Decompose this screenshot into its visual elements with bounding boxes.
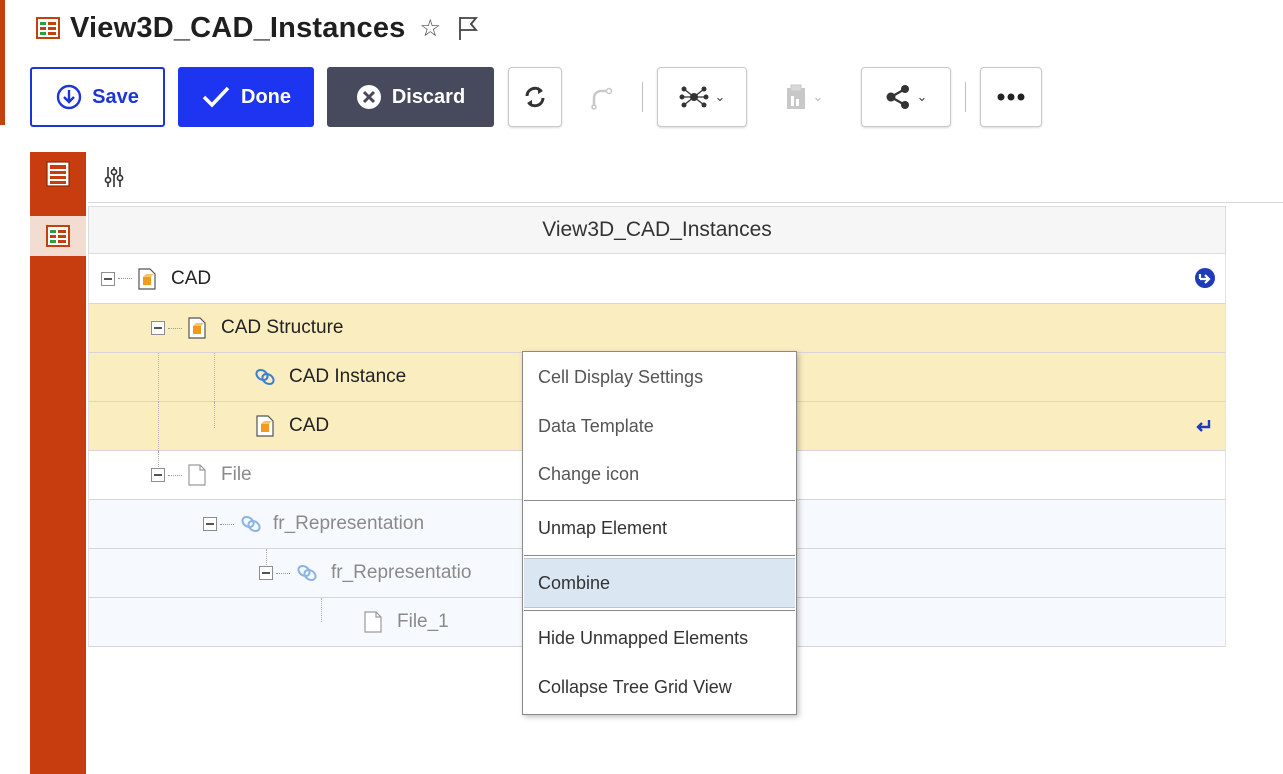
tree-node-label: fr_Representation <box>273 513 425 534</box>
grid-view-icon <box>36 17 60 39</box>
done-button[interactable]: Done <box>178 67 314 127</box>
chevron-down-icon: ⌄ <box>812 89 824 105</box>
toolbar: Save Done Discard ⌄ ⌄ ⌄ <box>30 66 1042 128</box>
tree-node-label: CAD Instance <box>289 366 407 387</box>
menu-separator <box>524 500 795 501</box>
context-menu: Cell Display Settings Data Template Chan… <box>522 351 797 715</box>
tree-row[interactable]: CAD Structure <box>88 304 1226 353</box>
tree-node-label: File <box>221 464 252 485</box>
refresh-icon <box>525 86 545 108</box>
file-icon <box>364 611 382 633</box>
share-icon <box>886 85 909 109</box>
toolbar-separator <box>965 82 966 112</box>
save-label: Save <box>92 85 139 108</box>
divider <box>88 202 1283 203</box>
menu-item-change-icon[interactable]: Change icon <box>524 450 795 498</box>
relationship-icon <box>297 564 317 582</box>
discard-label: Discard <box>391 85 466 108</box>
save-icon <box>56 84 82 110</box>
filter-settings-icon[interactable] <box>104 166 124 188</box>
menu-item-cell-display-settings[interactable]: Cell Display Settings <box>524 352 795 402</box>
title-accent-bar <box>0 0 5 125</box>
map-link-icon[interactable] <box>1195 268 1215 288</box>
network-menu-button[interactable]: ⌄ <box>657 67 747 127</box>
check-icon <box>202 86 230 108</box>
file-icon <box>188 464 206 486</box>
share-menu-button[interactable]: ⌄ <box>861 67 951 127</box>
cad-document-icon <box>138 267 156 290</box>
page-title: View3D_CAD_Instances <box>70 11 406 44</box>
tree-node-label: CAD <box>289 415 330 436</box>
collapse-toggle-icon[interactable] <box>203 517 217 531</box>
relationship-icon <box>255 368 275 386</box>
tree-node-label: CAD Structure <box>221 317 344 338</box>
tree-node-label: fr_Representatio <box>331 562 472 583</box>
menu-item-unmap-element[interactable]: Unmap Element <box>524 503 795 553</box>
page-header: View3D_CAD_Instances ☆ <box>36 6 479 50</box>
cad-document-icon <box>256 415 274 437</box>
tree-row[interactable]: CAD <box>88 254 1226 304</box>
menu-separator <box>524 610 795 611</box>
save-button[interactable]: Save <box>30 67 165 127</box>
collapse-toggle-icon[interactable] <box>151 321 165 335</box>
relationship-icon <box>241 515 261 533</box>
chevron-down-icon: ⌄ <box>916 89 928 105</box>
return-arrow-icon[interactable] <box>1195 417 1213 435</box>
grid-column-header[interactable]: View3D_CAD_Instances <box>88 206 1226 254</box>
done-label: Done <box>241 85 291 108</box>
more-button[interactable] <box>980 67 1042 127</box>
close-circle-icon <box>356 85 381 109</box>
left-sidebar <box>30 152 86 774</box>
clipboard-icon <box>786 84 805 109</box>
cad-document-icon <box>188 317 206 339</box>
menu-item-hide-unmapped-elements[interactable]: Hide Unmapped Elements <box>524 614 795 662</box>
menu-item-collapse-tree-grid-view[interactable]: Collapse Tree Grid View <box>524 662 795 712</box>
flag-icon[interactable] <box>457 15 479 41</box>
tree-node-label: CAD <box>171 267 212 289</box>
collapse-toggle-icon[interactable] <box>259 566 273 580</box>
grid-view-icon <box>46 225 70 247</box>
collapse-toggle-icon[interactable] <box>151 468 165 482</box>
collapse-toggle-icon[interactable] <box>101 271 115 286</box>
form-view-icon <box>46 161 70 187</box>
network-icon <box>679 86 709 108</box>
menu-separator <box>524 555 795 556</box>
menu-item-combine[interactable]: Combine <box>524 558 795 608</box>
toolbar-separator <box>642 82 643 112</box>
discard-button[interactable]: Discard <box>327 67 494 127</box>
redo-icon <box>591 87 613 110</box>
more-icon <box>997 93 1025 101</box>
chevron-down-icon: ⌄ <box>714 89 726 105</box>
sidebar-item-tree-grid[interactable] <box>30 216 86 256</box>
clipboard-menu-button[interactable]: ⌄ <box>759 67 849 127</box>
redo-button[interactable] <box>574 67 628 127</box>
sidebar-item-form[interactable] <box>30 154 86 194</box>
refresh-button[interactable] <box>508 67 562 127</box>
tree-node-label: File_1 <box>397 611 449 632</box>
star-icon[interactable]: ☆ <box>420 14 442 42</box>
menu-item-data-template[interactable]: Data Template <box>524 402 795 450</box>
